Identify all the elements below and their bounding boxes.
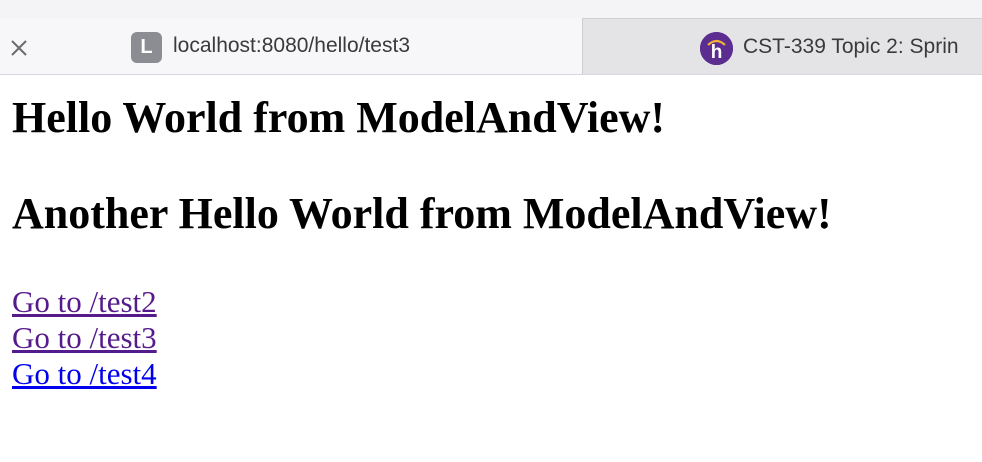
h-logo-icon: h — [700, 32, 733, 65]
link-test3[interactable]: Go to /test3 — [12, 320, 972, 356]
svg-text:h: h — [711, 42, 723, 63]
tab-favicon-icon: L — [131, 32, 162, 63]
page-content: Hello World from ModelAndView! Another H… — [12, 92, 972, 392]
page-heading-2: Another Hello World from ModelAndView! — [12, 189, 832, 238]
page-heading-1: Hello World from ModelAndView! — [12, 93, 666, 142]
link-test2[interactable]: Go to /test2 — [12, 284, 972, 320]
tab-title: CST-339 Topic 2: Sprin — [743, 35, 959, 58]
link-test4[interactable]: Go to /test4 — [12, 356, 972, 392]
link-list: Go to /test2 Go to /test3 Go to /test4 — [12, 284, 972, 392]
close-icon[interactable] — [8, 37, 30, 59]
tab-cst-339[interactable]: h CST-339 Topic 2: Sprin — [582, 18, 982, 74]
browser-tab-bar: L localhost:8080/hello/test3 h CST-339 T… — [0, 0, 982, 75]
tab-title: localhost:8080/hello/test3 — [173, 34, 410, 57]
tab-localhost-test3[interactable]: L localhost:8080/hello/test3 — [0, 18, 582, 74]
